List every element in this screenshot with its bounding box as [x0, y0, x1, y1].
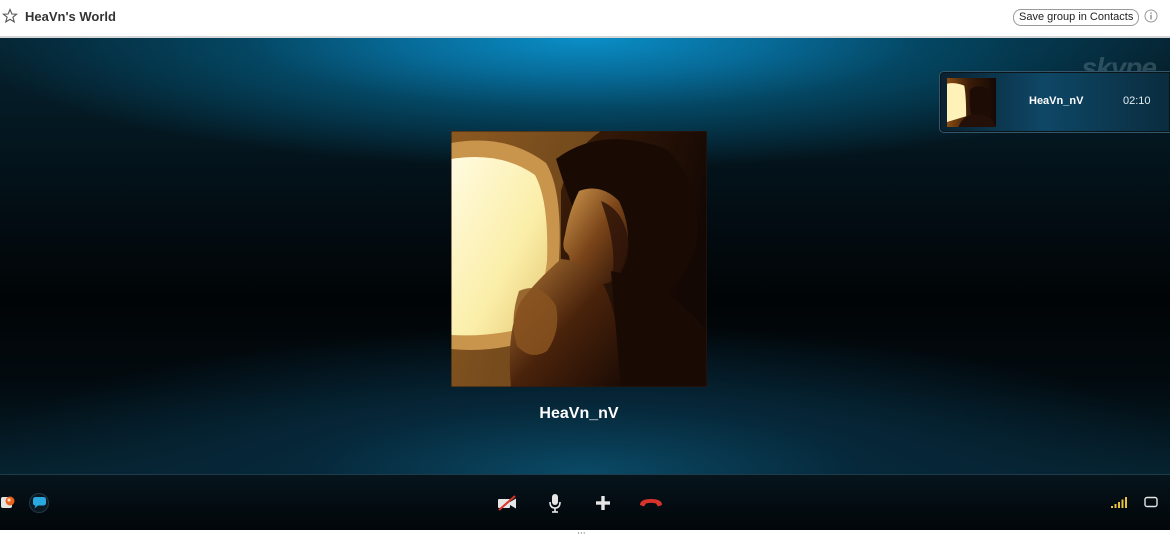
- video-off-icon[interactable]: [496, 494, 518, 512]
- conversation-title: HeaVn's World: [25, 9, 116, 24]
- participant-avatar: [451, 131, 707, 387]
- chat-icon[interactable]: [28, 493, 50, 513]
- add-icon[interactable]: [594, 494, 612, 512]
- call-toolbar: [0, 474, 1170, 530]
- contacts-icon[interactable]: [0, 494, 16, 510]
- call-stage: skype HeaVn_nV 02:10 HeaVn_nV: [0, 38, 1170, 474]
- resize-grip-icon[interactable]: ···: [577, 530, 586, 539]
- microphone-icon[interactable]: [547, 492, 563, 514]
- participant-thumbnail-avatar: [947, 78, 996, 127]
- conversation-header: HeaVn's World Save group in Contacts: [0, 0, 1170, 38]
- thumbnail-participant-name: HeaVn_nV: [1029, 95, 1084, 107]
- hang-up-icon[interactable]: [638, 495, 664, 511]
- star-icon[interactable]: [2, 8, 18, 24]
- info-icon[interactable]: [1144, 9, 1158, 23]
- resize-strip: ···: [0, 530, 1170, 540]
- fullscreen-icon[interactable]: [1143, 495, 1159, 509]
- participant-name: HeaVn_nV: [539, 405, 619, 422]
- call-duration: 02:10: [1123, 95, 1151, 107]
- signal-strength-icon[interactable]: [1110, 495, 1128, 509]
- participant-thumbnail-card[interactable]: HeaVn_nV 02:10: [939, 71, 1170, 133]
- save-group-button[interactable]: Save group in Contacts: [1013, 9, 1140, 26]
